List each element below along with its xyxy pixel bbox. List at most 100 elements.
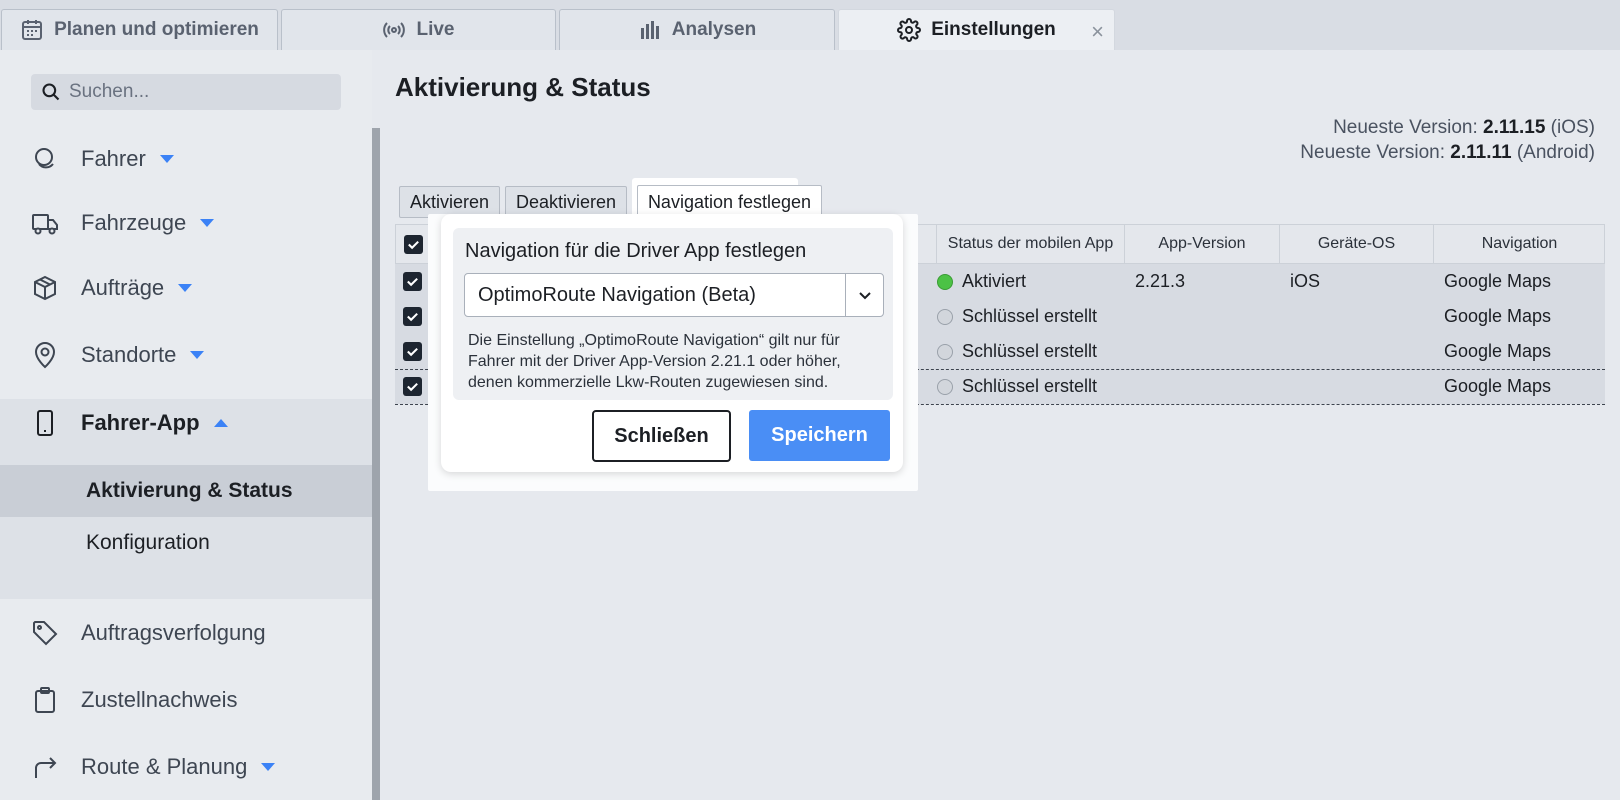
- search-box[interactable]: [31, 74, 341, 110]
- version-os: (Android): [1516, 142, 1595, 163]
- version-android: Neueste Version: 2.11.11 (Android): [1300, 142, 1595, 164]
- dialog-body: Navigation für die Driver App festlegen …: [453, 228, 893, 400]
- sidebar-item-fahrer-app[interactable]: Fahrer-App: [0, 398, 372, 448]
- truck-icon: [32, 214, 58, 235]
- version-ios: Neueste Version: 2.11.15 (iOS): [1333, 117, 1595, 139]
- sidebar-item-label: Fahrer: [81, 146, 146, 171]
- sidebar-item-label: Zustellnachweis: [81, 687, 238, 712]
- app-version-cell: 2.21.3: [1135, 271, 1186, 291]
- select-all-checkbox[interactable]: [404, 235, 423, 254]
- tab-planen[interactable]: Planen und optimieren: [1, 9, 278, 50]
- version-number: 2.11.15: [1483, 117, 1546, 138]
- clipboard-icon: [35, 687, 55, 713]
- check-icon: [407, 312, 418, 322]
- dialog-title: Navigation für die Driver App festlegen: [465, 240, 807, 262]
- status-text: Schlüssel erstellt: [962, 376, 1098, 396]
- close-tab-icon[interactable]: ×: [1091, 19, 1104, 45]
- sidebar-item-label: Aufträge: [81, 275, 165, 300]
- column-header-status[interactable]: Status der mobilen App: [936, 225, 1124, 263]
- tab-label: Planen und optimieren: [54, 19, 259, 40]
- phone-icon: [37, 410, 53, 436]
- chevron-down-icon: [190, 351, 205, 359]
- location-pin-icon: [34, 342, 56, 369]
- column-header-navigation[interactable]: Navigation: [1433, 225, 1605, 263]
- check-icon: [408, 240, 419, 250]
- version-number: 2.11.11: [1450, 142, 1512, 163]
- sidebar-item-auftraege[interactable]: Aufträge: [0, 263, 372, 313]
- sidebar-item-zustellnachweis[interactable]: Zustellnachweis: [0, 675, 372, 725]
- bar-chart-icon: [640, 21, 659, 39]
- navigation-cell: Google Maps: [1444, 306, 1552, 326]
- sidebar-item-fahrzeuge[interactable]: Fahrzeuge: [0, 198, 372, 248]
- status-cell: Schlüssel erstellt: [937, 334, 1097, 369]
- check-icon: [407, 277, 418, 287]
- sidebar-item-auftragsverfolgung[interactable]: Auftragsverfolgung: [0, 608, 372, 658]
- close-button[interactable]: Schließen: [592, 410, 731, 462]
- status-cell: Schlüssel erstellt: [937, 369, 1097, 404]
- sidebar-subitem-label: Konfiguration: [86, 531, 210, 554]
- search-input[interactable]: [69, 81, 309, 103]
- column-header-app-version[interactable]: App-Version: [1124, 225, 1279, 263]
- box-icon: [34, 275, 56, 301]
- sidebar-item-label: Route & Planung: [81, 754, 248, 779]
- check-icon: [407, 347, 418, 357]
- navigation-select[interactable]: OptimoRoute Navigation (Beta): [464, 273, 884, 317]
- version-label: Neueste Version:: [1333, 117, 1478, 138]
- sidebar-item-standorte[interactable]: Standorte: [0, 330, 372, 380]
- row-checkbox[interactable]: [403, 272, 422, 291]
- chevron-down-icon: [261, 763, 276, 771]
- navigation-cell: Google Maps: [1444, 376, 1552, 396]
- page-title: Aktivierung & Status: [395, 72, 651, 102]
- chevron-down-icon: [858, 292, 871, 300]
- sidebar-scrollbar[interactable]: [372, 128, 380, 800]
- status-gray-dot: [937, 343, 953, 360]
- chevron-down-icon: [159, 155, 174, 163]
- sidebar-subitem-aktivierung[interactable]: Aktivierung & Status: [0, 465, 372, 517]
- calendar-icon: [22, 20, 43, 40]
- tab-label: Live: [416, 19, 455, 40]
- sidebar-subitem-konfiguration[interactable]: Konfiguration: [0, 517, 372, 569]
- tag-icon: [33, 621, 58, 646]
- tab-analysen[interactable]: Analysen: [559, 9, 835, 50]
- status-text: Schlüssel erstellt: [962, 341, 1098, 361]
- route-arrow-icon: [35, 757, 57, 778]
- check-icon: [407, 382, 418, 392]
- navigation-dialog: Navigation für die Driver App festlegen …: [441, 214, 903, 472]
- sidebar-subitem-label: Aktivierung & Status: [86, 479, 293, 502]
- select-value: OptimoRoute Navigation (Beta): [478, 283, 756, 306]
- status-cell: Aktiviert: [937, 264, 1026, 299]
- chevron-down-icon: [178, 284, 193, 292]
- row-checkbox[interactable]: [403, 377, 422, 396]
- search-icon: [42, 83, 60, 101]
- row-checkbox[interactable]: [403, 342, 422, 361]
- status-green-dot: [937, 273, 953, 290]
- status-text: Schlüssel erstellt: [962, 306, 1098, 326]
- sidebar-item-label: Fahrzeuge: [81, 210, 187, 235]
- broadcast-icon: [383, 22, 406, 38]
- version-os: (iOS): [1550, 117, 1595, 138]
- sidebar-item-fahrer[interactable]: Fahrer: [0, 134, 372, 184]
- select-toggle[interactable]: [845, 274, 883, 316]
- status-cell: Schlüssel erstellt: [937, 299, 1097, 334]
- status-gray-dot: [937, 308, 953, 325]
- tab-label: Analysen: [671, 19, 757, 40]
- sidebar: Fahrer Fahrzeuge Aufträge Standorte Fahr…: [0, 50, 372, 800]
- tab-einstellungen[interactable]: Einstellungen ×: [838, 9, 1115, 50]
- dialog-note: Die Einstellung „OptimoRoute Navigation“…: [468, 332, 841, 391]
- chevron-down-icon: [200, 219, 215, 227]
- chevron-up-icon: [213, 419, 228, 427]
- column-header-os[interactable]: Geräte-OS: [1279, 225, 1433, 263]
- tab-live[interactable]: Live: [281, 9, 556, 50]
- sidebar-item-label: Standorte: [81, 342, 177, 367]
- sidebar-item-label: Auftragsverfolgung: [81, 620, 266, 645]
- navigation-cell: Google Maps: [1444, 341, 1552, 361]
- sidebar-item-route-planung[interactable]: Route & Planung: [0, 742, 372, 792]
- navigation-cell: Google Maps: [1444, 271, 1552, 291]
- driver-icon: [35, 148, 54, 169]
- tab-label: Einstellungen: [931, 19, 1056, 40]
- row-checkbox[interactable]: [403, 307, 422, 326]
- os-cell: iOS: [1290, 271, 1321, 291]
- save-button[interactable]: Speichern: [749, 410, 890, 461]
- gear-icon: [897, 18, 922, 42]
- status-gray-dot: [937, 378, 953, 395]
